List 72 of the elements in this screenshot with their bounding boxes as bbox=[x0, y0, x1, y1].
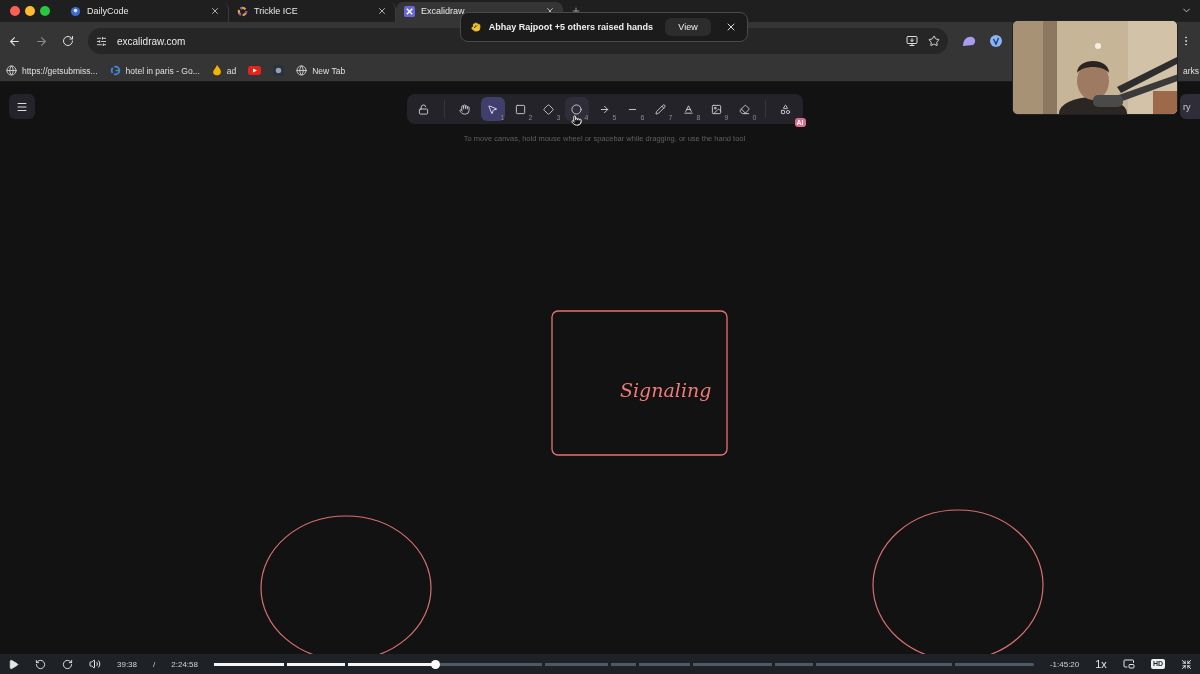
bookmark[interactable] bbox=[273, 65, 285, 76]
diamond-icon bbox=[543, 103, 554, 115]
shape-label: Signaling bbox=[620, 379, 712, 401]
extension-icon[interactable] bbox=[990, 35, 1002, 47]
forward-icon bbox=[62, 658, 73, 670]
menu-button[interactable] bbox=[9, 94, 35, 119]
ring-icon bbox=[237, 5, 248, 17]
picture-in-picture-icon bbox=[1122, 658, 1135, 670]
tab-title: Trickle ICE bbox=[254, 6, 299, 16]
close-dot[interactable] bbox=[10, 6, 20, 16]
rewind-button[interactable] bbox=[35, 658, 46, 670]
lock-icon bbox=[418, 103, 429, 115]
play-icon bbox=[8, 658, 19, 670]
square-icon bbox=[515, 103, 526, 115]
speed-button[interactable]: 1x bbox=[1095, 658, 1107, 670]
reload-icon[interactable] bbox=[62, 35, 74, 47]
total-time: 2:24:58 bbox=[171, 659, 198, 669]
excalidraw-icon bbox=[404, 5, 415, 17]
close-icon[interactable] bbox=[210, 6, 220, 16]
zoom-dot[interactable] bbox=[40, 6, 50, 16]
volume-icon bbox=[89, 658, 101, 670]
exit-fullscreen-button[interactable] bbox=[1181, 658, 1192, 670]
close-icon[interactable] bbox=[377, 6, 387, 16]
app-icon bbox=[273, 65, 285, 76]
bookmark[interactable]: ad bbox=[211, 65, 237, 76]
bookmark[interactable] bbox=[248, 66, 262, 75]
view-button[interactable]: View bbox=[665, 18, 711, 36]
bookmark-star-icon[interactable] bbox=[928, 35, 940, 47]
forward-icon[interactable] bbox=[35, 34, 48, 48]
close-button[interactable] bbox=[725, 21, 737, 33]
text-icon bbox=[683, 103, 694, 115]
image-icon bbox=[711, 103, 722, 115]
install-icon[interactable] bbox=[906, 35, 918, 47]
picture-in-picture-button[interactable] bbox=[1122, 658, 1135, 670]
extension-icon[interactable] bbox=[962, 35, 976, 47]
volume-button[interactable] bbox=[89, 658, 101, 670]
shrink-icon bbox=[1181, 658, 1192, 670]
eraser-icon bbox=[739, 103, 750, 115]
bookmark[interactable]: hotel in paris - Go... bbox=[109, 65, 200, 76]
shapes-icon bbox=[780, 103, 791, 115]
pointer-icon bbox=[487, 103, 498, 115]
progress-track[interactable] bbox=[213, 662, 1034, 666]
url-text: excalidraw.com bbox=[117, 35, 187, 47]
forward-button[interactable] bbox=[62, 658, 73, 670]
remaining-time: -1:45:20 bbox=[1049, 659, 1080, 669]
hand-cursor-icon bbox=[571, 115, 582, 126]
globe-icon bbox=[6, 65, 17, 76]
raised-hand-icon bbox=[471, 21, 481, 33]
elapsed-time: 39:38 bbox=[117, 659, 138, 669]
play-button[interactable] bbox=[8, 658, 19, 670]
hand-icon bbox=[459, 103, 470, 115]
bookmark[interactable]: New Tab bbox=[296, 65, 346, 76]
library-button[interactable]: ry bbox=[1180, 94, 1200, 119]
progress-handle[interactable] bbox=[431, 659, 441, 669]
all-bookmarks[interactable]: arks bbox=[1182, 65, 1199, 76]
site-settings-icon[interactable] bbox=[96, 35, 107, 47]
video-icon bbox=[248, 66, 262, 75]
back-icon[interactable] bbox=[8, 34, 21, 48]
notification-message: Abhay Rajpoot +5 others raised hands bbox=[488, 22, 653, 32]
flame-icon bbox=[211, 65, 222, 76]
pencil-icon bbox=[655, 103, 666, 115]
rewind-icon bbox=[35, 658, 46, 670]
bookmark[interactable]: https://getsubmiss... bbox=[6, 65, 98, 76]
minimize-dot[interactable] bbox=[25, 6, 35, 16]
globe-icon bbox=[296, 65, 308, 76]
tab-title: Excalidraw bbox=[421, 6, 466, 16]
circle-icon bbox=[571, 103, 582, 115]
tab-title: DailyCode bbox=[87, 6, 130, 16]
menu-icon bbox=[16, 100, 28, 113]
arrow-icon bbox=[599, 103, 610, 115]
time-separator: / bbox=[153, 659, 156, 669]
close-icon bbox=[725, 21, 737, 33]
